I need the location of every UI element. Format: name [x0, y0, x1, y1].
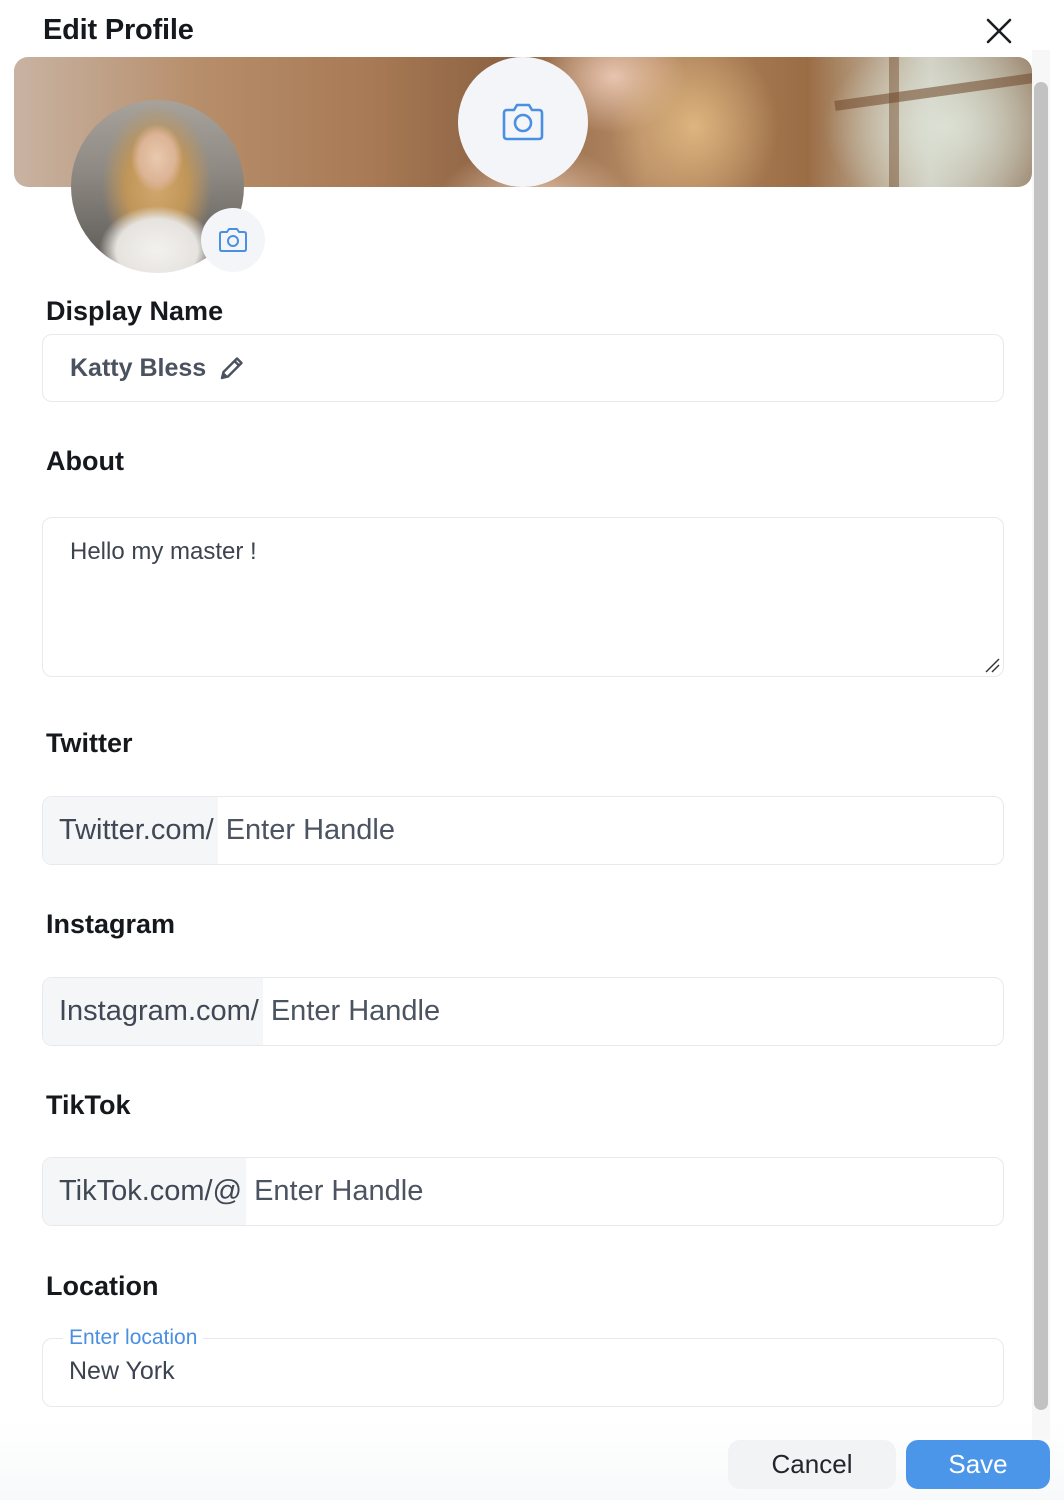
scrollbar-thumb[interactable]	[1034, 82, 1048, 1410]
about-textarea[interactable]: Hello my master !	[42, 517, 1004, 677]
twitter-label: Twitter	[46, 728, 133, 758]
save-button[interactable]: Save	[906, 1440, 1050, 1489]
close-button[interactable]	[982, 14, 1016, 48]
display-name-value: Katty Bless	[70, 353, 207, 382]
tiktok-field: TikTok.com/@	[42, 1157, 1004, 1226]
about-value: Hello my master !	[70, 538, 257, 565]
twitter-handle-input[interactable]	[217, 797, 1003, 864]
instagram-prefix: Instagram.com/	[43, 978, 263, 1045]
tiktok-handle-input[interactable]	[246, 1158, 1003, 1225]
edit-profile-dialog: Edit Profile Display Name Katty Bless Ab…	[0, 0, 1064, 1500]
instagram-label: Instagram	[46, 909, 176, 939]
display-name-field[interactable]: Katty Bless	[42, 334, 1004, 402]
dialog-footer	[0, 1420, 1064, 1500]
twitter-field: Twitter.com/	[42, 796, 1004, 865]
location-label: Location	[46, 1271, 159, 1301]
twitter-prefix: Twitter.com/	[43, 797, 218, 864]
location-field: Enter location	[42, 1326, 1004, 1407]
cancel-button[interactable]: Cancel	[728, 1440, 896, 1489]
cover-photo-detail	[834, 73, 1032, 111]
tiktok-label: TikTok	[46, 1090, 131, 1120]
camera-icon	[502, 103, 544, 141]
about-label: About	[46, 446, 124, 476]
location-input[interactable]	[69, 1357, 969, 1386]
tiktok-prefix: TikTok.com/@	[43, 1158, 247, 1225]
instagram-field: Instagram.com/	[42, 977, 1004, 1046]
change-cover-button[interactable]	[458, 57, 588, 187]
camera-icon	[219, 228, 247, 252]
display-name-label: Display Name	[46, 296, 224, 326]
dialog-title: Edit Profile	[43, 14, 194, 46]
location-floating-label: Enter location	[63, 1326, 204, 1350]
close-icon	[986, 18, 1012, 44]
instagram-handle-input[interactable]	[262, 978, 1003, 1045]
cover-photo-detail	[889, 57, 899, 187]
change-avatar-button[interactable]	[201, 208, 265, 272]
pencil-icon[interactable]	[218, 354, 246, 382]
resize-handle-icon[interactable]	[984, 657, 1000, 673]
